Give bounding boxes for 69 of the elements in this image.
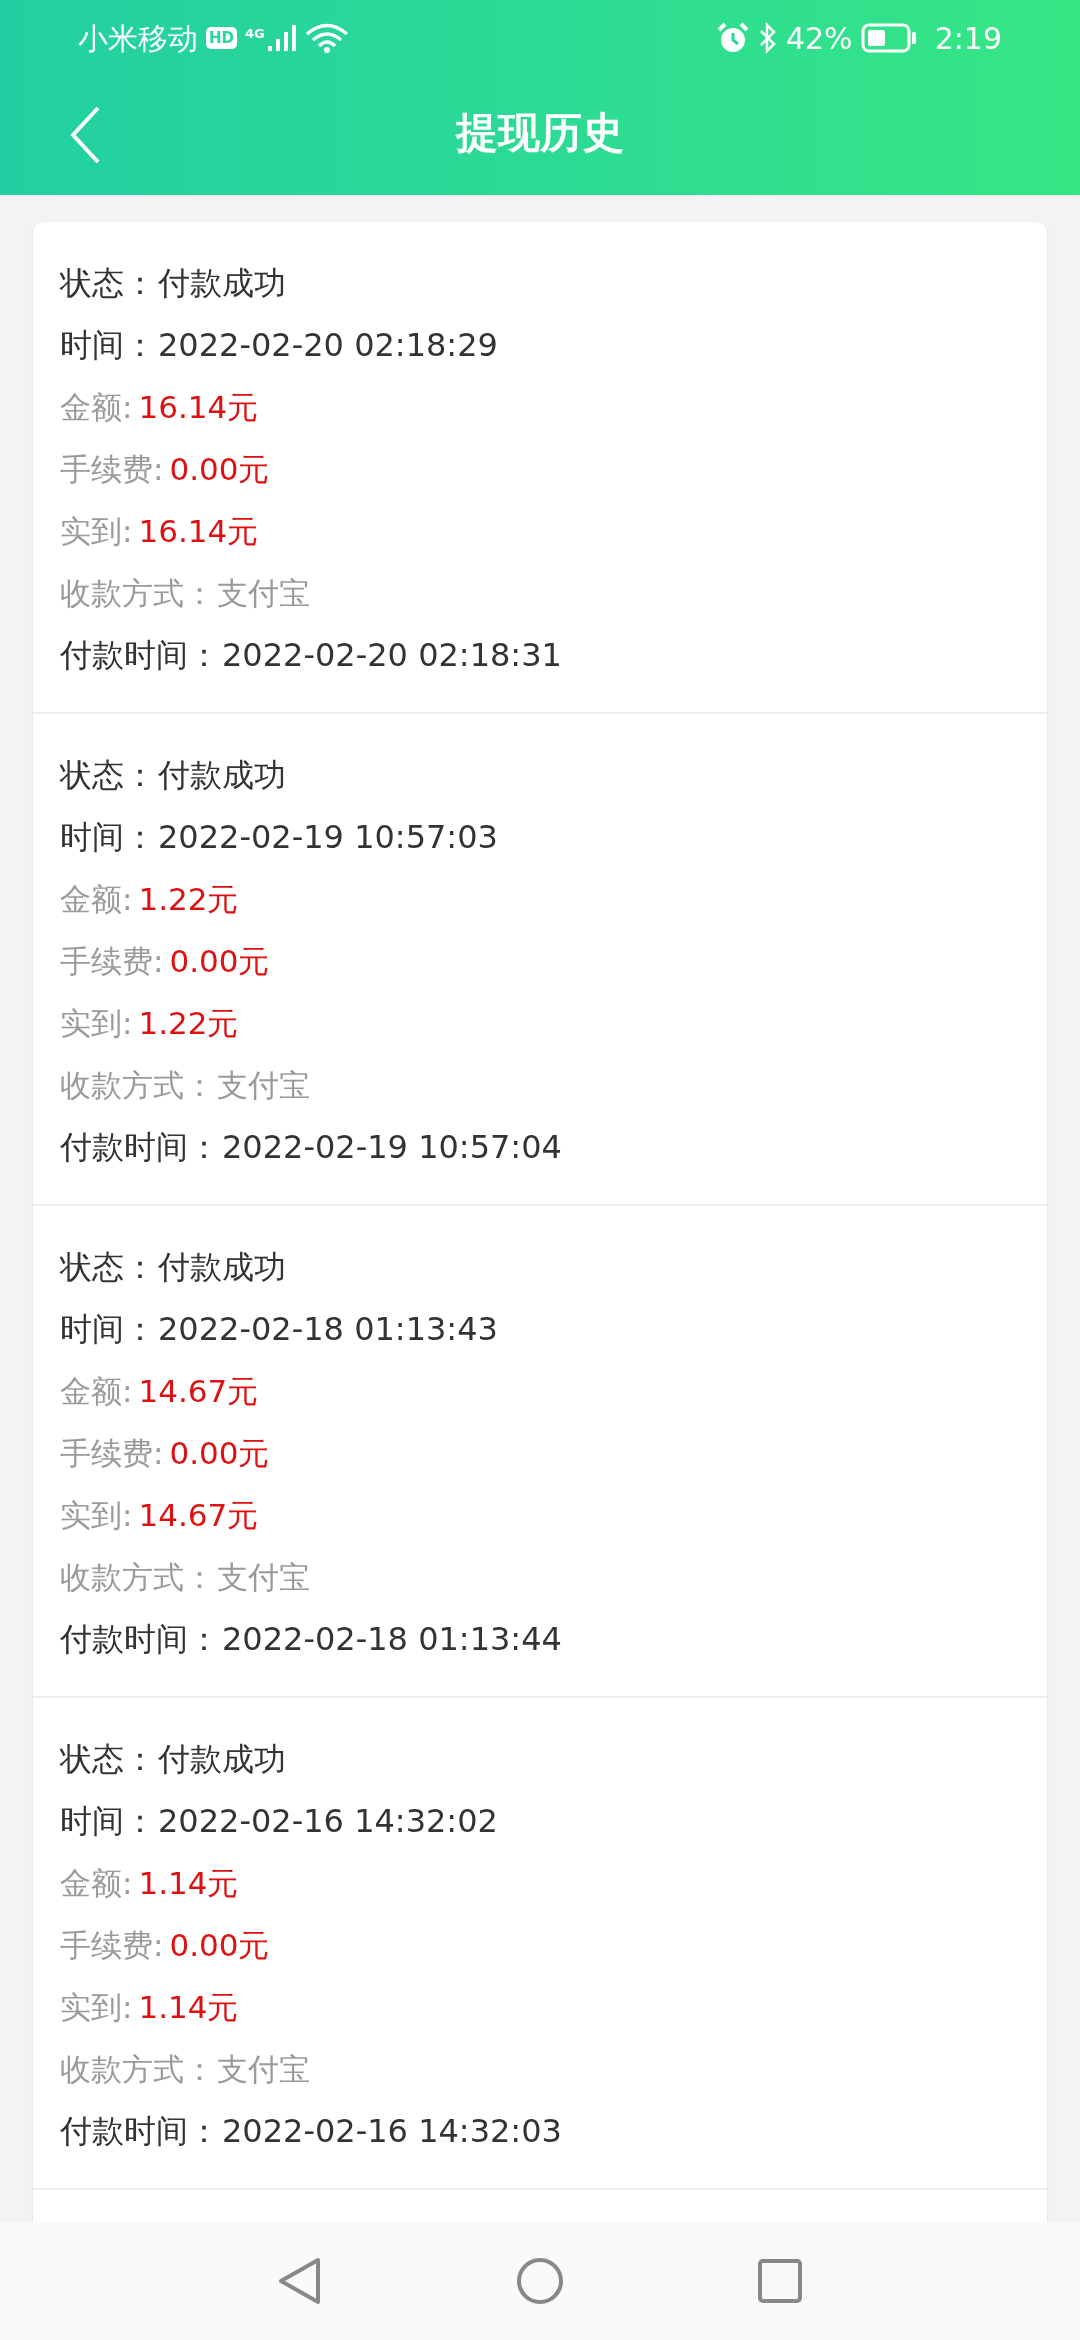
field-value: 支付宝 (217, 1065, 310, 1105)
field-value: 2022-02-16 14:32:02 (158, 1801, 498, 1842)
field-value: 付款成功 (158, 1739, 286, 1780)
alarm-icon (715, 22, 750, 54)
nav-recents-button[interactable] (755, 2256, 805, 2306)
field-label: 手续费: (60, 1925, 164, 1965)
field-label: 付款时间： (60, 2111, 220, 2152)
wifi-icon (304, 23, 349, 53)
field-value: 2022-02-18 01:13:43 (158, 1309, 498, 1350)
field-label: 状态： (60, 1247, 156, 1288)
field-label: 付款时间： (60, 1127, 220, 1168)
field-label: 时间： (60, 1801, 156, 1842)
field-value: 14.67元 (138, 1371, 259, 1411)
field-label: 金额: (60, 1863, 133, 1903)
field-label: 手续费: (60, 449, 164, 489)
field-label: 状态： (60, 755, 156, 796)
signal-icon (266, 24, 297, 52)
field-label: 手续费: (60, 941, 164, 981)
field-label: 收款方式： (60, 2049, 215, 2089)
field-label: 付款时间： (60, 1619, 220, 1660)
field-value: 0.00元 (169, 941, 270, 981)
field-label: 实到: (60, 1495, 133, 1535)
field-value: 2022-02-19 10:57:04 (222, 1127, 562, 1168)
field-label: 实到: (60, 511, 133, 551)
field-label: 金额: (60, 1371, 133, 1411)
field-value: 2022-02-18 01:13:44 (222, 1619, 562, 1660)
field-label: 时间： (60, 817, 156, 858)
field-value: 1.22元 (138, 879, 239, 919)
field-label: 实到: (60, 1003, 133, 1043)
field-value: 0.00元 (169, 449, 270, 489)
field-label: 手续费: (60, 1433, 164, 1473)
field-label: 付款时间： (60, 635, 220, 676)
field-label: 金额: (60, 879, 133, 919)
battery-icon (860, 23, 917, 53)
field-value: 1.14元 (138, 1863, 239, 1903)
field-value: 16.14元 (138, 511, 259, 551)
field-label: 收款方式： (60, 573, 215, 613)
hd-badge: HD (206, 27, 237, 49)
bluetooth-icon (757, 22, 778, 54)
field-value: 支付宝 (217, 1557, 310, 1597)
nav-home-button[interactable] (515, 2256, 565, 2306)
field-label: 时间： (60, 1309, 156, 1350)
field-label: 时间： (60, 325, 156, 366)
field-label: 状态： (60, 263, 156, 304)
field-value: 支付宝 (217, 573, 310, 613)
field-value: 1.14元 (138, 1987, 239, 2027)
field-value: 2022-02-20 02:18:31 (222, 635, 562, 676)
field-label: 收款方式： (60, 1065, 215, 1105)
field-value: 14.67元 (138, 1495, 259, 1535)
field-value: 2022-02-19 10:57:03 (158, 817, 498, 858)
battery-percent: 42% (785, 19, 853, 58)
field-label: 金额: (60, 387, 133, 427)
field-value: 2022-02-16 14:32:03 (222, 2111, 562, 2152)
field-label: 收款方式： (60, 1557, 215, 1597)
field-label: 实到: (60, 1987, 133, 2027)
page-title: 提现历史 (456, 107, 624, 159)
clock-time: 2:19 (934, 19, 1002, 58)
field-value: 付款成功 (158, 263, 286, 304)
field-label: 状态： (60, 1739, 156, 1780)
field-value: 2022-02-20 02:18:29 (158, 325, 498, 366)
field-value: 付款成功 (158, 755, 286, 796)
field-value: 支付宝 (217, 2049, 310, 2089)
carrier-name: 小米移动 (78, 19, 198, 58)
field-value: 0.00元 (169, 1433, 270, 1473)
field-value: 付款成功 (158, 1247, 286, 1288)
field-value: 1.22元 (138, 1003, 239, 1043)
field-value: 16.14元 (138, 387, 259, 427)
network-type: 4G (245, 24, 265, 43)
field-value: 0.00元 (169, 1925, 270, 1965)
